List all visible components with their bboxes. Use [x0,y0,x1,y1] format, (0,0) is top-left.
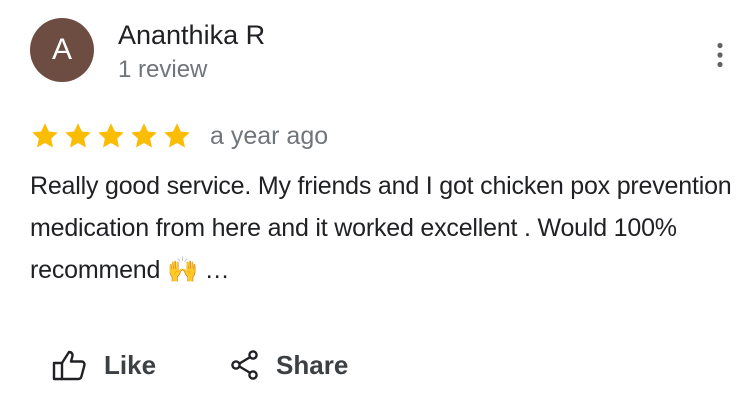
review-text: Really good service. My friends and I go… [30,172,732,284]
share-button[interactable]: Share [230,349,348,381]
share-label: Share [276,349,349,380]
star-icon [98,123,124,148]
star-rating [30,121,192,151]
star-icon [65,123,91,148]
avatar[interactable]: A [30,18,94,82]
share-icon [230,349,260,381]
review-time: a year ago [210,121,329,150]
more-options-button[interactable] [706,38,734,72]
star-icon [32,123,58,148]
like-label: Like [104,349,157,380]
thumb-up-icon [52,349,88,381]
reviewer-name[interactable]: Ananthika R [118,20,265,51]
star-icon [164,123,190,148]
rating-row: a year ago [30,118,328,154]
review-actions: Like Share [52,342,348,388]
like-button[interactable]: Like [52,349,156,381]
review-count[interactable]: 1 review [118,56,207,84]
avatar-initial: A [51,33,72,66]
more-vert-icon [717,42,723,68]
star-icon [131,123,157,148]
review-card: A Ananthika R 1 review a year ago Really… [0,0,756,404]
